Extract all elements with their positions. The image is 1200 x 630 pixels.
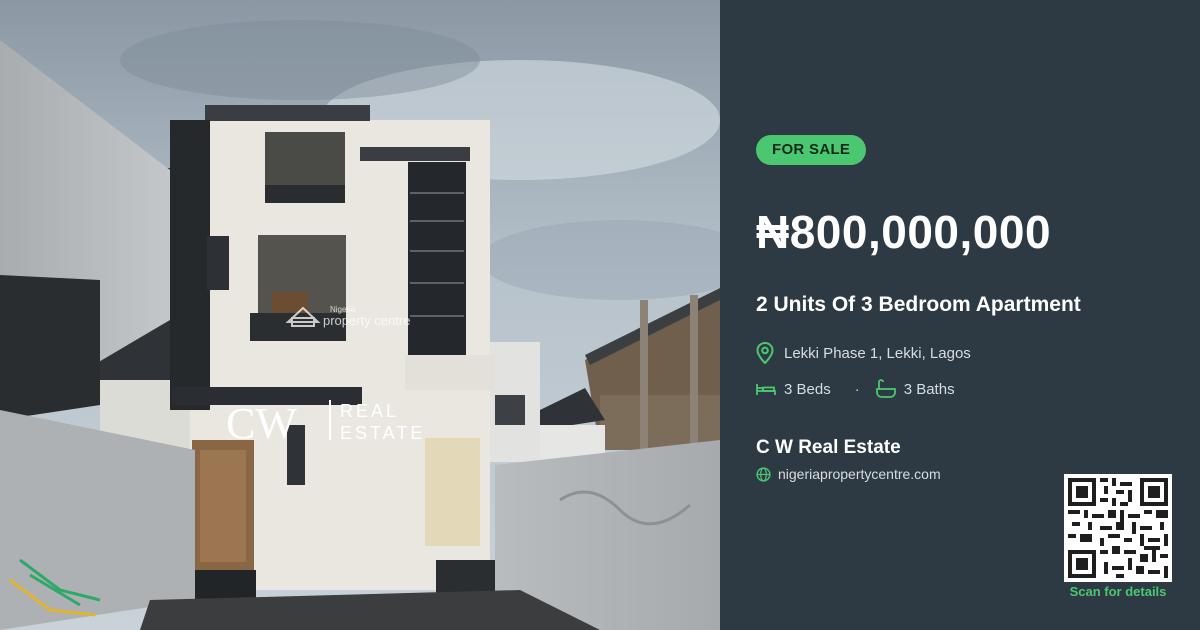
bed-icon [756, 380, 776, 398]
listing-title: 2 Units Of 3 Bedroom Apartment [756, 293, 1081, 316]
listing-panel: FOR SALE ₦800,000,000 2 Units Of 3 Bedro… [720, 0, 1200, 630]
website-row: nigeriapropertycentre.com [756, 466, 941, 482]
qr-code-graphic [1064, 474, 1172, 582]
beds-count: 3 Beds [784, 380, 831, 398]
feature-separator: · [854, 380, 860, 398]
status-badge: FOR SALE [756, 135, 867, 165]
location-text: Lekki Phase 1, Lekki, Lagos [784, 344, 971, 362]
bathtub-icon [875, 379, 896, 399]
property-photo-illustration: Nigeria property centre CW REAL ESTATE [0, 0, 720, 630]
globe-icon [756, 466, 771, 482]
baths-count: 3 Baths [903, 380, 955, 398]
listing-location: Lekki Phase 1, Lekki, Lagos [756, 342, 971, 364]
listing-features: 3 Beds · 3 Baths [756, 379, 955, 399]
qr-caption: Scan for details [1069, 584, 1167, 599]
property-photo: Nigeria property centre CW REAL ESTATE [0, 0, 720, 630]
listing-price: ₦800,000,000 [756, 206, 1052, 258]
map-pin-icon [756, 342, 774, 364]
svg-text:CW: CW [226, 399, 297, 448]
website-link[interactable]: nigeriapropertycentre.com [778, 466, 941, 482]
svg-text:property centre: property centre [323, 313, 410, 328]
agent-name: C W Real Estate [756, 437, 901, 458]
qr-code[interactable] [1064, 474, 1172, 582]
svg-text:REAL: REAL [340, 401, 399, 421]
svg-text:ESTATE: ESTATE [340, 423, 425, 443]
